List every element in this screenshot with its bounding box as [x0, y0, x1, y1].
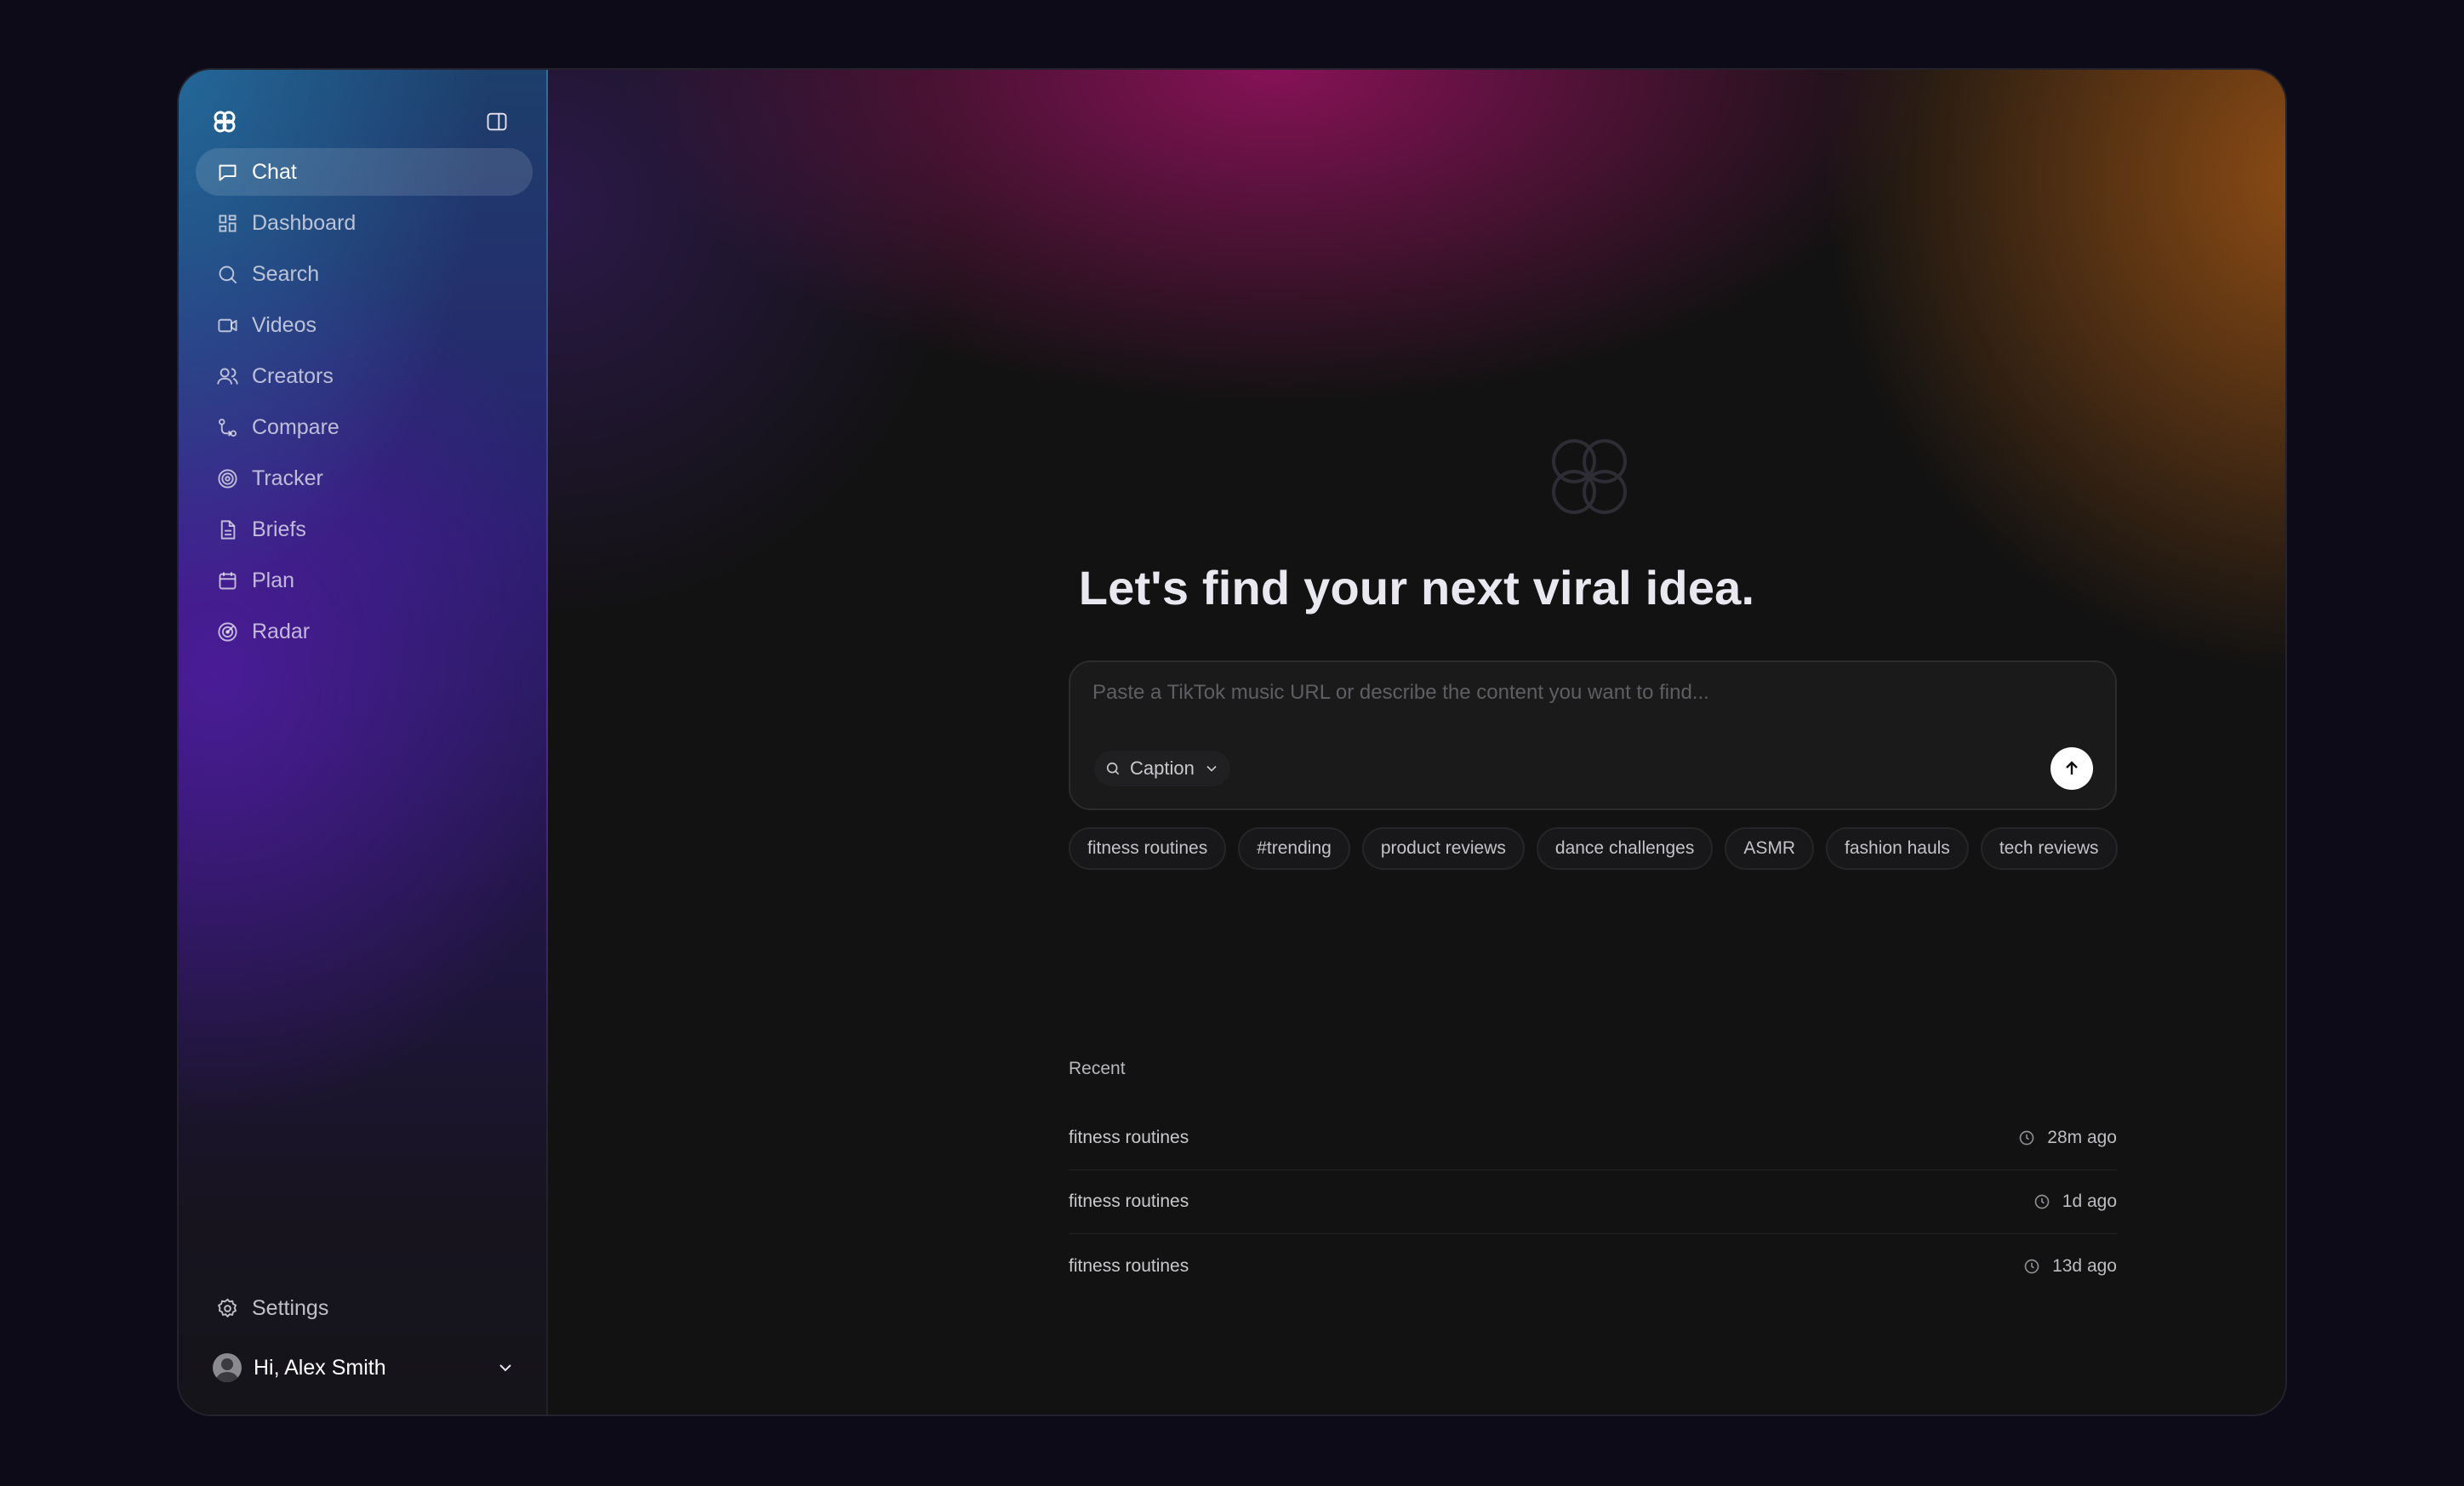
prompt-input[interactable]: Paste a TikTok music URL or describe the… — [1092, 681, 1709, 705]
sidebar-item-search[interactable]: Search — [196, 250, 533, 298]
recent-time: 28m ago — [2018, 1128, 2117, 1148]
sidebar-item-tracker[interactable]: Tracker — [196, 454, 533, 502]
app-window: Chat Dashboard Search Videos Creators Co… — [177, 68, 2287, 1416]
sidebar-item-label: Plan — [252, 568, 295, 592]
recent-time: 1d ago — [2033, 1192, 2117, 1212]
suggestion-chip[interactable]: ASMR — [1725, 827, 1815, 870]
sidebar-item-label: Videos — [252, 312, 317, 337]
recent-query: fitness routines — [1069, 1192, 1189, 1211]
search-icon — [1106, 762, 1120, 775]
sidebar-item-label: Chat — [252, 159, 297, 184]
sidebar-item-radar[interactable]: Radar — [196, 608, 533, 655]
suggestion-chips: fitness routines #trending product revie… — [1069, 827, 2124, 870]
sidebar-toggle-icon — [487, 112, 507, 131]
avatar — [213, 1353, 242, 1382]
sidebar-nav: Chat Dashboard Search Videos Creators Co… — [196, 148, 533, 659]
radar-icon — [214, 619, 240, 644]
recent-time: 13d ago — [2023, 1256, 2117, 1277]
sidebar-toggle-button[interactable] — [478, 103, 516, 140]
settings-label: Settings — [252, 1295, 329, 1320]
sidebar-item-label: Dashboard — [252, 210, 356, 235]
recent-list: fitness routines 28m ago fitness routine… — [1069, 1106, 2117, 1298]
recent-time-label: 13d ago — [2052, 1255, 2117, 1276]
search-icon — [214, 261, 240, 287]
recent-query: fitness routines — [1069, 1128, 1189, 1147]
sidebar-header — [211, 94, 516, 150]
send-button[interactable] — [2050, 747, 2093, 790]
sidebar-item-label: Compare — [252, 414, 339, 439]
search-mode-label: Caption — [1130, 757, 1195, 779]
sidebar-item-videos[interactable]: Videos — [196, 301, 533, 349]
sidebar-item-plan[interactable]: Plan — [196, 557, 533, 604]
recent-time-label: 28m ago — [2047, 1128, 2117, 1147]
recent-item[interactable]: fitness routines 28m ago — [1069, 1106, 2117, 1170]
users-icon — [214, 363, 240, 389]
suggestion-chip[interactable]: #trending — [1238, 827, 1350, 870]
chevron-down-icon — [1206, 765, 1217, 772]
brand-knot-icon[interactable] — [211, 108, 238, 135]
recent-heading: Recent — [1069, 1059, 1126, 1078]
sidebar-item-briefs[interactable]: Briefs — [196, 506, 533, 553]
git-compare-icon — [214, 414, 240, 440]
user-greeting: Hi, Alex Smith — [254, 1355, 386, 1380]
prompt-composer[interactable]: Paste a TikTok music URL or describe the… — [1069, 660, 2117, 810]
target-icon — [214, 466, 240, 491]
dashboard-grid-icon — [214, 210, 240, 236]
sidebar-item-label: Search — [252, 261, 320, 286]
user-menu[interactable]: Hi, Alex Smith — [213, 1346, 516, 1389]
suggestion-chip[interactable]: dance challenges — [1536, 827, 1714, 870]
sidebar-item-label: Tracker — [252, 466, 323, 490]
recent-item[interactable]: fitness routines 13d ago — [1069, 1234, 2117, 1298]
arrow-up-icon — [2066, 761, 2078, 774]
clock-icon — [2019, 1130, 2034, 1146]
suggestion-chip[interactable]: tech reviews — [1980, 827, 2118, 870]
chat-bubble-icon — [214, 159, 240, 185]
gear-icon — [214, 1295, 240, 1321]
suggestion-chip[interactable]: fitness routines — [1069, 827, 1227, 870]
suggestion-chip[interactable]: fashion hauls — [1826, 827, 1969, 870]
chevron-down-icon[interactable] — [495, 1357, 516, 1378]
recent-item[interactable]: fitness routines 1d ago — [1069, 1170, 2117, 1234]
sidebar-item-compare[interactable]: Compare — [196, 403, 533, 451]
clock-icon — [2034, 1194, 2050, 1209]
sidebar-item-label: Radar — [252, 619, 311, 643]
search-mode-select[interactable]: Caption — [1094, 751, 1230, 786]
calendar-icon — [214, 568, 240, 593]
suggestion-chip[interactable]: product reviews — [1361, 827, 1525, 870]
document-icon — [214, 517, 240, 542]
sidebar-item-label: Creators — [252, 363, 334, 388]
recent-query: fitness routines — [1069, 1255, 1189, 1276]
clock-icon — [2024, 1259, 2039, 1273]
sidebar-item-creators[interactable]: Creators — [196, 352, 533, 400]
brand-knot-icon — [1552, 439, 1627, 514]
sidebar-item-label: Briefs — [252, 517, 306, 541]
recent-time-label: 1d ago — [2062, 1192, 2117, 1211]
page-title: Let's find your next viral idea. — [1078, 561, 1755, 614]
sidebar: Chat Dashboard Search Videos Creators Co… — [179, 70, 548, 1415]
sidebar-item-dashboard[interactable]: Dashboard — [196, 199, 533, 247]
main-panel: Let's find your next viral idea. Paste a… — [548, 70, 2285, 1415]
video-camera-icon — [214, 312, 240, 338]
settings-link[interactable]: Settings — [214, 1289, 328, 1328]
user-info: Hi, Alex Smith — [213, 1353, 386, 1382]
sidebar-item-chat[interactable]: Chat — [196, 148, 533, 196]
